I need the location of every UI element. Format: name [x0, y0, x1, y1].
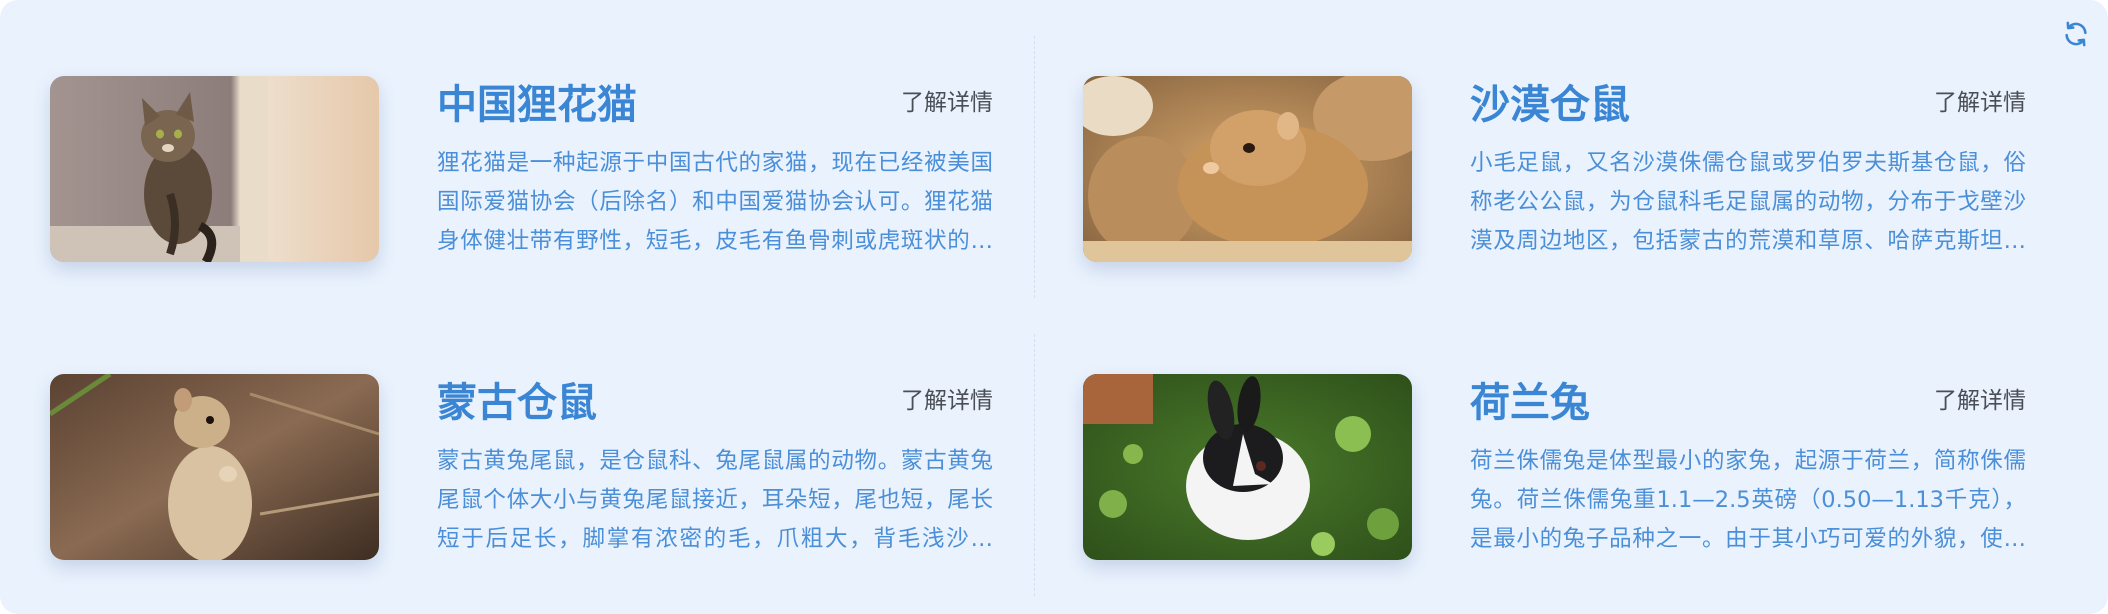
card-description: 狸花猫是一种起源于中国古代的家猫，现在已经被美国国际爱猫协会（后除名）和中国爱猫…	[437, 150, 993, 254]
column-divider	[1034, 36, 1035, 298]
refresh-icon	[2065, 21, 2087, 47]
card-description: 蒙古黄兔尾鼠，是仓鼠科、兔尾鼠属的动物。蒙古黄兔尾鼠个体大小与黄兔尾鼠接近，耳朵…	[437, 448, 993, 552]
card-title: 蒙古仓鼠	[437, 380, 597, 426]
learn-more-link[interactable]: 了解详情	[1934, 86, 2026, 120]
card-description: 小毛足鼠，又名沙漠侏儒仓鼠或罗伯罗夫斯基仓鼠，俗称老公公鼠，为仓鼠科毛足鼠属的动…	[1470, 150, 2026, 254]
animal-card-dutch-rabbit[interactable]: 荷兰兔 了解详情 荷兰侏儒兔是体型最小的家兔，起源于荷兰，简称侏儒兔。荷兰侏儒兔…	[1083, 374, 2026, 560]
animal-showcase-panel: 中国狸花猫 了解详情 狸花猫是一种起源于中国古代的家猫，现在已经被美国国际爱猫协…	[0, 0, 2108, 614]
dutch-rabbit-photo[interactable]	[1083, 374, 1412, 560]
column-divider	[1034, 334, 1035, 596]
animal-card-desert-hamster[interactable]: 沙漠仓鼠 了解详情 小毛足鼠，又名沙漠侏儒仓鼠或罗伯罗夫斯基仓鼠，俗称老公公鼠，…	[1083, 76, 2026, 262]
learn-more-link[interactable]: 了解详情	[901, 384, 993, 418]
mongolian-gerbil-photo[interactable]	[50, 374, 379, 560]
desert-hamster-photo[interactable]	[1083, 76, 1412, 262]
card-title: 荷兰兔	[1470, 380, 1590, 426]
animal-card-mongolian-gerbil[interactable]: 蒙古仓鼠 了解详情 蒙古黄兔尾鼠，是仓鼠科、兔尾鼠属的动物。蒙古黄兔尾鼠个体大小…	[50, 374, 993, 560]
card-title: 沙漠仓鼠	[1470, 82, 1630, 128]
tabby-cat-photo[interactable]	[50, 76, 379, 262]
learn-more-link[interactable]: 了解详情	[1934, 384, 2026, 418]
learn-more-link[interactable]: 了解详情	[901, 86, 993, 120]
animal-card-tabby-cat[interactable]: 中国狸花猫 了解详情 狸花猫是一种起源于中国古代的家猫，现在已经被美国国际爱猫协…	[50, 76, 993, 262]
card-title: 中国狸花猫	[437, 82, 637, 128]
refresh-button[interactable]	[2060, 18, 2092, 50]
card-description: 荷兰侏儒兔是体型最小的家兔，起源于荷兰，简称侏儒兔。荷兰侏儒兔重1.1—2.5英…	[1470, 448, 2026, 552]
